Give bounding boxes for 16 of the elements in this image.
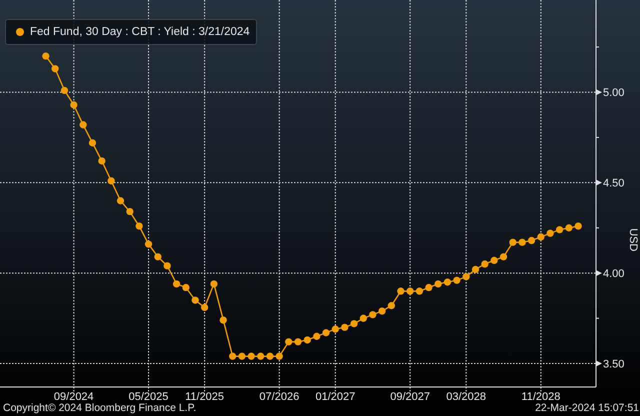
tick-label: 3.50 <box>603 358 624 370</box>
tick-label: 09/2027 <box>390 391 430 400</box>
tick-label: 09/2024 <box>54 391 94 400</box>
tick-label: 4.50 <box>603 178 624 190</box>
tick-label: 03/2028 <box>446 391 486 400</box>
timestamp: 22-Mar-2024 15:07:51 <box>535 402 639 414</box>
tick-label: 07/2026 <box>259 391 300 400</box>
axis-title: USD <box>627 228 639 252</box>
tick-label: 11/2028 <box>521 391 560 400</box>
tick-label: 4.00 <box>603 268 624 280</box>
tick-label: 5.00 <box>603 87 624 100</box>
legend-label: Fed Fund, 30 Day : CBT : Yield : 3/21/2024 <box>30 26 250 38</box>
tick-label: 05/2025 <box>128 391 168 400</box>
tick-label: 11/2025 <box>185 391 224 400</box>
copyright-text: Copyright© 2024 Bloomberg Finance L.P. <box>3 402 196 414</box>
tick-label: 01/2027 <box>315 391 356 400</box>
